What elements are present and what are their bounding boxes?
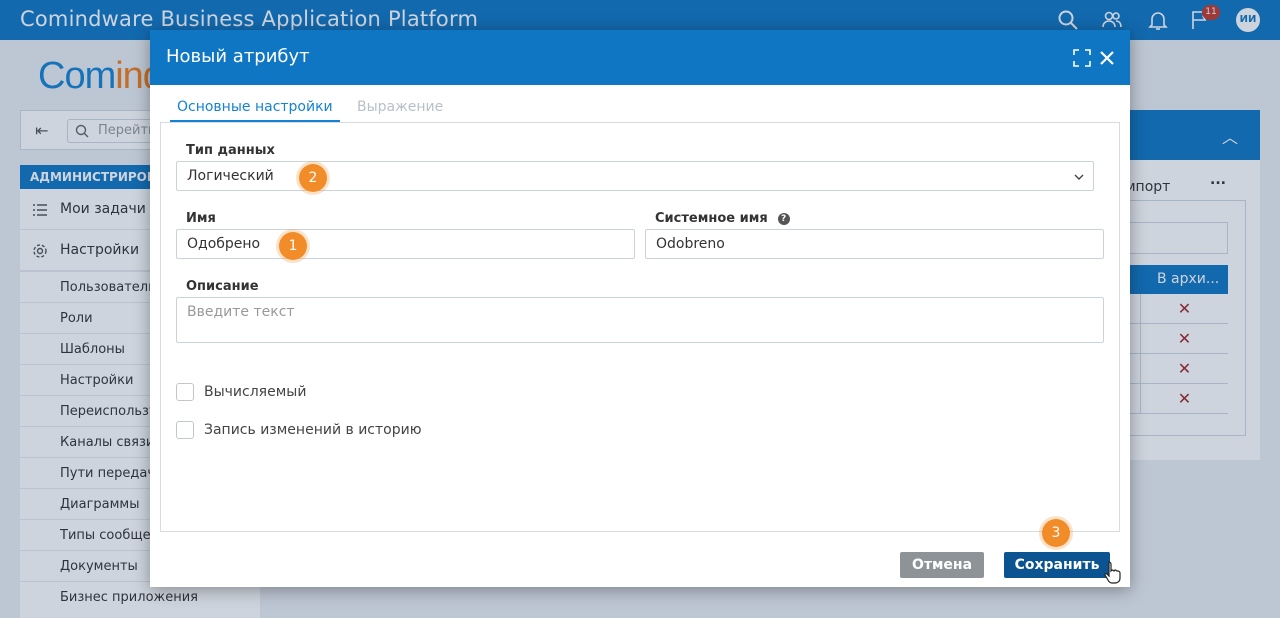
description-placeholder: Введите текст (187, 304, 295, 320)
computed-label: Вычисляемый (204, 384, 307, 400)
dialog-tabs: Основные настройки Выражение (160, 85, 1120, 123)
cancel-button[interactable]: Отмена (900, 552, 984, 578)
chevron-down-icon (1074, 174, 1084, 180)
step-marker-2: 2 (299, 164, 327, 192)
dialog-header: Новый атрибут (150, 30, 1130, 85)
step-marker-3: 3 (1042, 519, 1070, 547)
description-label: Описание (186, 279, 259, 294)
system-name-input[interactable]: Odobreno (645, 229, 1104, 259)
tab-expression[interactable]: Выражение (350, 85, 450, 123)
data-type-label: Тип данных (186, 143, 275, 158)
hand-cursor-icon (1104, 561, 1121, 584)
help-icon[interactable]: ? (777, 213, 790, 225)
tab-main-settings[interactable]: Основные настройки (170, 85, 340, 123)
system-name-value: Odobreno (656, 236, 725, 252)
name-value: Одобрено (187, 236, 261, 252)
description-textarea[interactable]: Введите текст (176, 297, 1104, 343)
name-label: Имя (186, 211, 216, 226)
system-name-label: Системное имя? (655, 211, 790, 226)
dialog-title: Новый атрибут (166, 46, 310, 67)
system-name-label-text: Системное имя (655, 211, 768, 226)
new-attribute-dialog: Новый атрибут Основные настройки Выражен… (150, 30, 1130, 587)
history-label: Запись изменений в историю (204, 422, 422, 438)
history-checkbox[interactable] (176, 421, 194, 439)
close-icon[interactable] (1097, 48, 1117, 68)
data-type-value: Логический (187, 168, 274, 184)
save-button[interactable]: Сохранить (1004, 552, 1110, 578)
name-input[interactable]: Одобрено (176, 229, 635, 259)
maximize-icon[interactable] (1072, 48, 1092, 68)
step-marker-1: 1 (279, 232, 307, 260)
computed-checkbox[interactable] (176, 383, 194, 401)
